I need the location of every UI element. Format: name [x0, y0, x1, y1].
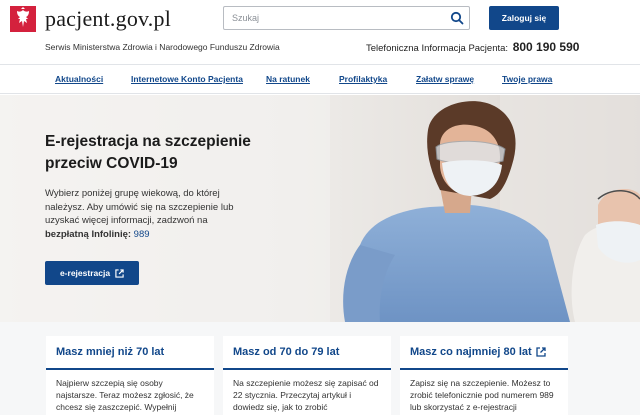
search-input[interactable] — [232, 10, 432, 26]
card-divider — [46, 368, 214, 370]
hero-description: Wybierz poniżej grupę wiekową, do której… — [45, 187, 240, 241]
e-registration-label: e-rejestracja — [59, 268, 111, 278]
search-icon[interactable] — [450, 11, 464, 25]
site-tagline: Serwis Ministerstwa Zdrowia i Narodowego… — [45, 42, 280, 52]
card-under-70[interactable]: Masz mniej niż 70 lat Najpierw szczepią … — [46, 336, 214, 415]
card-70-79[interactable]: Masz od 70 do 79 lat Na szczepienie może… — [223, 336, 391, 415]
nav-item-zalatw-sprawe[interactable]: Załatw sprawę — [416, 74, 474, 84]
polish-eagle-icon[interactable] — [10, 6, 36, 32]
site-logo-text[interactable]: pacjent.gov.pl — [45, 6, 171, 32]
search-box[interactable] — [223, 6, 470, 30]
card-text: Zapisz się na szczepienie. Możesz to zro… — [410, 378, 554, 412]
hero-desc-bold: bezpłatną Infolinię: — [45, 228, 132, 240]
card-text: Na szczepienie możesz się zapisać od 22 … — [233, 378, 379, 412]
card-text: Najpierw szczepią się osoby najstarsze. … — [56, 378, 194, 412]
hero-title: E-rejestracja na szczepienie przeciw COV… — [45, 133, 251, 172]
card-title[interactable]: Masz co najmniej 80 lat — [410, 346, 546, 358]
card-80-plus[interactable]: Masz co najmniej 80 lat Zapisz się na sz… — [400, 336, 568, 415]
hero-banner: E-rejestracja na szczepienie przeciw COV… — [0, 95, 640, 322]
external-link-icon — [115, 268, 124, 278]
main-nav: Aktualności Internetowe Konto Pacjenta N… — [0, 64, 640, 94]
card-title[interactable]: Masz od 70 do 79 lat — [233, 346, 339, 358]
nav-item-profilaktyka[interactable]: Profilaktyka — [339, 74, 387, 84]
age-group-cards: Masz mniej niż 70 lat Najpierw szczepią … — [0, 322, 640, 415]
hotline-number[interactable]: 800 190 590 — [513, 40, 580, 54]
nav-item-aktualnosci[interactable]: Aktualności — [55, 74, 103, 84]
nav-item-twoje-prawa[interactable]: Twoje prawa — [502, 74, 552, 84]
e-registration-button[interactable]: e-rejestracja — [45, 261, 139, 285]
card-divider — [223, 368, 391, 370]
login-button[interactable]: Zaloguj się — [489, 6, 559, 30]
nav-item-ikp[interactable]: Internetowe Konto Pacjenta — [131, 74, 243, 84]
site-header: pacjent.gov.pl Serwis Ministerstwa Zdrow… — [0, 0, 640, 64]
external-link-icon — [536, 347, 546, 357]
patient-hotline: Telefoniczna Informacja Pacjenta: 800 19… — [366, 40, 579, 54]
card-divider — [400, 368, 568, 370]
nav-item-na-ratunek[interactable]: Na ratunek — [266, 74, 310, 84]
card-title[interactable]: Masz mniej niż 70 lat — [56, 346, 164, 358]
infoline-link[interactable]: 989 — [134, 229, 150, 240]
hotline-label: Telefoniczna Informacja Pacjenta: — [366, 43, 509, 54]
hero-desc-text: Wybierz poniżej grupę wiekową, do której… — [45, 188, 234, 226]
